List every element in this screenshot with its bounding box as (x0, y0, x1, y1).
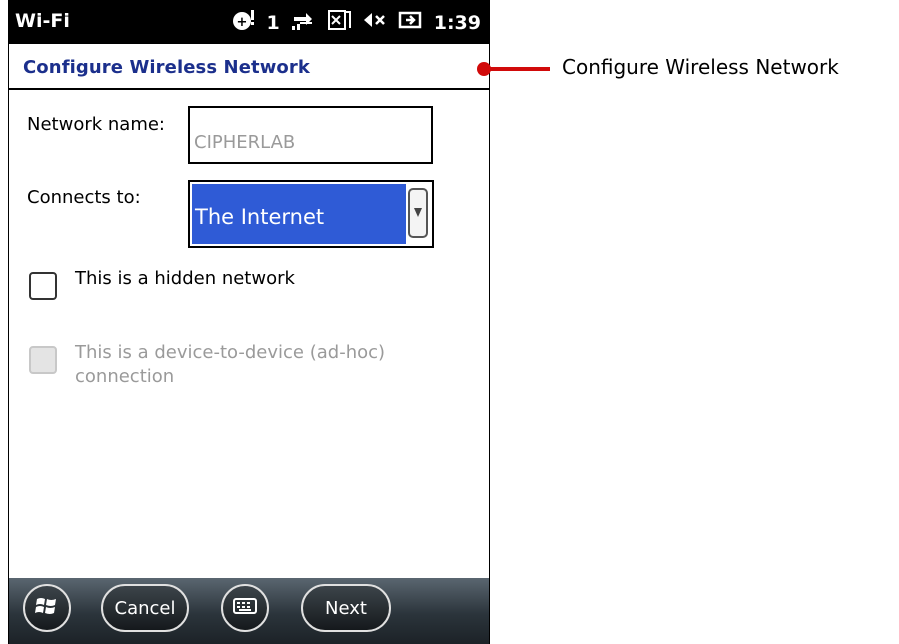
notification-icon[interactable]: + (231, 8, 257, 38)
page-header: Configure Wireless Network (9, 44, 489, 90)
keyboard-icon (233, 596, 257, 621)
hidden-network-checkbox[interactable] (29, 272, 57, 300)
network-name-label: Network name: (27, 114, 165, 135)
callout-line (488, 67, 550, 71)
adhoc-label-line2: connection (75, 366, 175, 387)
dropdown-arrow-icon[interactable] (408, 188, 428, 238)
signal-count: 1 (266, 12, 280, 34)
hidden-network-label[interactable]: This is a hidden network (75, 268, 295, 289)
connects-to-select[interactable]: The Internet (188, 180, 434, 248)
connects-to-value: The Internet (192, 184, 406, 244)
status-icons: + 1 1:39 (231, 8, 481, 38)
adhoc-connection-checkbox[interactable] (29, 346, 57, 374)
status-title: Wi-Fi (15, 10, 70, 32)
adhoc-label-line1: This is a device-to-device (ad-hoc) (75, 342, 386, 363)
adhoc-connection-label: This is a device-to-device (ad-hoc) conn… (75, 341, 385, 389)
svg-text:+: + (236, 15, 247, 30)
no-signal-icon[interactable] (326, 8, 352, 38)
status-bar: Wi-Fi + 1 1:39 (9, 0, 489, 44)
bottom-toolbar: Cancel Next (9, 578, 489, 644)
network-name-field[interactable]: CIPHERLAB (188, 106, 433, 164)
windows-logo-icon (34, 594, 60, 623)
callout-label: Configure Wireless Network (562, 55, 839, 79)
start-button[interactable] (23, 584, 71, 632)
keyboard-button[interactable] (221, 584, 269, 632)
device-screen: Wi-Fi + 1 1:39 Configure Wireless Networ… (8, 0, 490, 644)
connects-to-label: Connects to: (27, 187, 141, 208)
next-button[interactable]: Next (301, 584, 391, 632)
battery-charging-icon[interactable] (398, 8, 424, 38)
cancel-button[interactable]: Cancel (101, 584, 189, 632)
clock[interactable]: 1:39 (434, 11, 481, 35)
volume-muted-icon[interactable] (362, 8, 388, 38)
data-transfer-icon[interactable] (290, 8, 316, 38)
page-title: Configure Wireless Network (23, 57, 310, 78)
